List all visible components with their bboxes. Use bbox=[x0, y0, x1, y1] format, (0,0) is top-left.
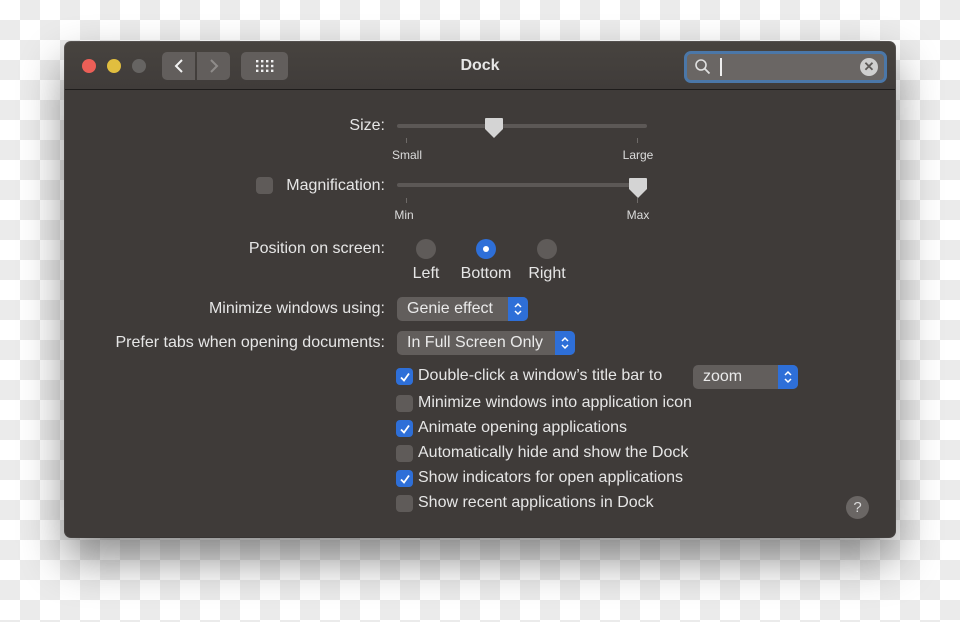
minimize-into-app-icon-checkbox[interactable] bbox=[396, 395, 413, 412]
close-icon: ✕ bbox=[863, 59, 875, 74]
minimize-using-label: Minimize windows using: bbox=[208, 300, 385, 317]
search-icon bbox=[695, 59, 711, 75]
size-min-label: Small bbox=[391, 148, 423, 162]
animate-opening-checkbox[interactable] bbox=[396, 420, 413, 437]
title-bar: Dock ✕ bbox=[65, 42, 895, 90]
magnification-checkbox[interactable] bbox=[256, 177, 273, 194]
show-recent-apps-label: Show recent applications in Dock bbox=[418, 494, 654, 511]
position-label: Position on screen: bbox=[248, 240, 385, 257]
show-indicators-checkbox[interactable] bbox=[396, 470, 413, 487]
search-field[interactable]: ✕ bbox=[684, 51, 887, 83]
checkmark-icon bbox=[399, 474, 410, 484]
prefer-tabs-label: Prefer tabs when opening documents: bbox=[115, 334, 386, 351]
position-bottom-label: Bottom bbox=[460, 265, 512, 282]
clear-search-button[interactable]: ✕ bbox=[860, 58, 878, 76]
position-left-label: Left bbox=[412, 265, 440, 282]
size-tick-max bbox=[637, 138, 638, 143]
show-indicators-label: Show indicators for open applications bbox=[418, 469, 684, 486]
size-max-label: Large bbox=[622, 148, 654, 162]
magnification-slider-track[interactable] bbox=[397, 183, 647, 187]
magnification-max-label: Max bbox=[626, 208, 650, 222]
minimize-effect-popup[interactable]: Genie effect bbox=[397, 297, 528, 321]
popup-arrows-icon bbox=[555, 331, 575, 355]
magnification-tick-min bbox=[406, 198, 407, 203]
show-recent-apps-checkbox[interactable] bbox=[396, 495, 413, 512]
checkmark-icon bbox=[399, 372, 410, 382]
double-click-title-bar-label: Double-click a window’s title bar to bbox=[418, 367, 663, 384]
dock-preferences-window: Dock ✕ Size: Small Large Magnification: … bbox=[65, 42, 895, 537]
animate-opening-label: Animate opening applications bbox=[418, 419, 628, 436]
double-click-action-value: zoom bbox=[703, 368, 743, 385]
position-right-label: Right bbox=[528, 265, 566, 282]
magnification-label: Magnification: bbox=[286, 177, 385, 194]
position-bottom-radio[interactable] bbox=[476, 239, 496, 259]
prefer-tabs-value: In Full Screen Only bbox=[407, 334, 544, 351]
text-cursor bbox=[720, 58, 722, 76]
magnification-slider-thumb[interactable] bbox=[628, 177, 648, 199]
popup-arrows-icon bbox=[778, 365, 798, 389]
minimize-into-app-icon-label: Minimize windows into application icon bbox=[418, 394, 692, 411]
size-slider-thumb[interactable] bbox=[484, 117, 504, 139]
magnification-min-label: Min bbox=[394, 208, 414, 222]
double-click-action-popup[interactable]: zoom bbox=[693, 365, 798, 389]
checkmark-icon bbox=[399, 424, 410, 434]
auto-hide-dock-label: Automatically hide and show the Dock bbox=[418, 444, 689, 461]
size-tick-min bbox=[406, 138, 407, 143]
auto-hide-dock-checkbox[interactable] bbox=[396, 445, 413, 462]
position-right-radio[interactable] bbox=[537, 239, 557, 259]
position-left-radio[interactable] bbox=[416, 239, 436, 259]
prefer-tabs-popup[interactable]: In Full Screen Only bbox=[397, 331, 575, 355]
size-label: Size: bbox=[349, 117, 385, 134]
double-click-title-bar-checkbox[interactable] bbox=[396, 368, 413, 385]
popup-arrows-icon bbox=[508, 297, 528, 321]
size-slider-track[interactable] bbox=[397, 124, 647, 128]
minimize-effect-value: Genie effect bbox=[407, 300, 493, 317]
help-button[interactable]: ? bbox=[846, 496, 869, 519]
